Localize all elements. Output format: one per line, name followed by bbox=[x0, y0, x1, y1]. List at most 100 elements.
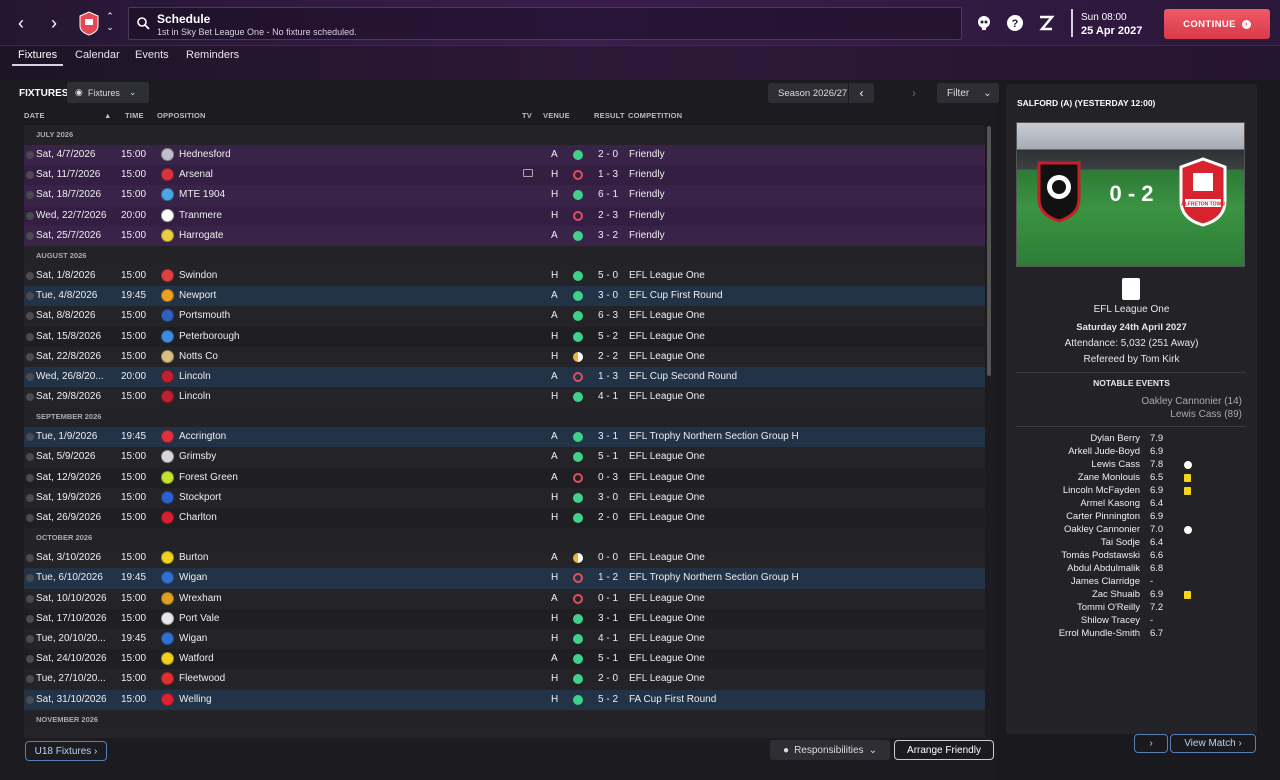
opposition-name[interactable]: Welling bbox=[179, 694, 212, 705]
team-badge-icon[interactable] bbox=[161, 591, 174, 605]
competition-name[interactable]: EFL League One bbox=[629, 552, 705, 563]
player-rating-row[interactable]: Tommi O'Reilly 7.2 bbox=[1006, 602, 1257, 615]
club-switch-icon[interactable]: ⌃ ⌄ bbox=[104, 11, 116, 33]
competition-name[interactable]: EFL Trophy Northern Section Group H bbox=[629, 572, 799, 583]
team-badge-icon[interactable] bbox=[161, 369, 174, 383]
player-rating-row[interactable]: Carter Pinnington 6.9 bbox=[1006, 511, 1257, 524]
competition-name[interactable]: Friendly bbox=[629, 169, 665, 180]
result-score[interactable]: 6 - 1 bbox=[598, 189, 618, 200]
opposition-name[interactable]: Accrington bbox=[179, 431, 226, 442]
fixture-row[interactable]: Wed, 26/8/20... 20:00 Lincoln A 1 - 3 EFL Cup… bbox=[24, 366, 985, 388]
tab-events[interactable]: Events bbox=[135, 49, 169, 64]
col-result[interactable]: RESULT bbox=[594, 111, 625, 120]
team-badge-icon[interactable] bbox=[161, 309, 174, 323]
fixture-row[interactable]: Sat, 25/7/2026 15:00 Harrogate A 3 - 2 Friend… bbox=[24, 225, 985, 246]
col-tv[interactable]: TV bbox=[522, 111, 532, 120]
competition-name[interactable]: EFL League One bbox=[629, 351, 705, 362]
opposition-name[interactable]: Lincoln bbox=[179, 371, 211, 382]
team-badge-icon[interactable] bbox=[161, 631, 174, 645]
competition-name[interactable]: EFL League One bbox=[629, 653, 705, 664]
team-badge-icon[interactable] bbox=[161, 470, 174, 484]
player-name[interactable]: Errol Mundle-Smith bbox=[1059, 628, 1140, 639]
team-badge-icon[interactable] bbox=[161, 329, 174, 343]
tab-reminders[interactable]: Reminders bbox=[186, 49, 239, 64]
player-name[interactable]: Tomás Podstawski bbox=[1061, 550, 1140, 561]
result-score[interactable]: 5 - 2 bbox=[598, 331, 618, 342]
team-badge-icon[interactable] bbox=[161, 611, 174, 625]
fixture-row[interactable]: Sat, 29/8/2026 15:00 Lincoln H 4 - 1 EFL Leag… bbox=[24, 387, 985, 408]
fixture-row[interactable]: Sat, 5/9/2026 15:00 Grimsby A 5 - 1 EFL Leagu… bbox=[24, 447, 985, 468]
team-badge-icon[interactable] bbox=[161, 148, 174, 161]
team-badge-icon[interactable] bbox=[161, 450, 174, 464]
opposition-name[interactable]: Portsmouth bbox=[179, 310, 230, 321]
result-score[interactable]: 2 - 2 bbox=[598, 351, 618, 362]
player-name[interactable]: James Clarridge bbox=[1071, 576, 1140, 587]
fixture-row[interactable]: Sat, 26/9/2026 15:00 Charlton H 2 - 0 EFL Lea… bbox=[24, 508, 985, 529]
fixtures-scrollbar[interactable] bbox=[987, 126, 991, 376]
competition-name[interactable]: EFL League One bbox=[629, 451, 705, 462]
team-badge-icon[interactable] bbox=[161, 430, 174, 444]
team-badge-icon[interactable] bbox=[161, 390, 174, 404]
result-score[interactable]: 0 - 1 bbox=[598, 593, 618, 604]
result-score[interactable]: 5 - 1 bbox=[598, 451, 618, 462]
competition-name[interactable]: EFL League One bbox=[629, 593, 705, 604]
player-rating-row[interactable]: Oakley Cannonier 7.0 bbox=[1006, 524, 1257, 537]
player-name[interactable]: Abdul Abdulmalik bbox=[1067, 563, 1140, 574]
competition-name[interactable]: EFL League One bbox=[629, 270, 705, 281]
arrange-friendly-button[interactable]: Arrange Friendly bbox=[894, 740, 994, 760]
competition-name[interactable]: EFL League One bbox=[629, 310, 705, 321]
result-score[interactable]: 4 - 1 bbox=[598, 633, 618, 644]
prev-season-icon[interactable]: ‹ bbox=[848, 83, 874, 103]
competition-name[interactable]: Friendly bbox=[629, 230, 665, 241]
team-badge-icon[interactable] bbox=[161, 349, 174, 363]
opposition-name[interactable]: Lincoln bbox=[179, 391, 211, 402]
fixture-row[interactable]: Sat, 10/10/2026 15:00 Wrexham A 0 - 1 EFL Lea… bbox=[24, 588, 985, 609]
competition-name[interactable]: EFL League One bbox=[629, 633, 705, 644]
team-badge-icon[interactable] bbox=[161, 692, 174, 706]
opposition-name[interactable]: MTE 1904 bbox=[179, 189, 225, 200]
filter-button[interactable]: Filter ⌄ bbox=[937, 83, 999, 103]
fixture-row[interactable]: Sat, 22/8/2026 15:00 Notts Co H 2 - 2 EFL Lea… bbox=[24, 346, 985, 367]
player-rating-row[interactable]: James Clarridge - bbox=[1006, 576, 1257, 589]
team-badge-icon[interactable] bbox=[161, 289, 174, 303]
result-score[interactable]: 6 - 3 bbox=[598, 310, 618, 321]
result-score[interactable]: 3 - 2 bbox=[598, 230, 618, 241]
competition-name[interactable]: EFL League One bbox=[629, 613, 705, 624]
competition-name[interactable]: EFL League One bbox=[629, 673, 705, 684]
player-rating-row[interactable]: Errol Mundle-Smith 6.7 bbox=[1006, 628, 1257, 641]
player-name[interactable]: Tai Sodje bbox=[1101, 537, 1140, 548]
player-rating-row[interactable]: Zane Monlouis 6.5 bbox=[1006, 472, 1257, 485]
player-name[interactable]: Arkell Jude-Boyd bbox=[1068, 446, 1140, 457]
result-score[interactable]: 5 - 1 bbox=[598, 653, 618, 664]
col-competition[interactable]: COMPETITION bbox=[628, 111, 682, 120]
result-score[interactable]: 1 - 2 bbox=[598, 572, 618, 583]
player-rating-row[interactable]: Armel Kasong 6.4 bbox=[1006, 498, 1257, 511]
team-badge-icon[interactable] bbox=[161, 268, 174, 282]
col-opposition[interactable]: OPPOSITION bbox=[157, 111, 206, 120]
opposition-name[interactable]: Swindon bbox=[179, 270, 217, 281]
player-rating-row[interactable]: Abdul Abdulmalik 6.8 bbox=[1006, 563, 1257, 576]
result-score[interactable]: 2 - 0 bbox=[598, 673, 618, 684]
player-name[interactable]: Oakley Cannonier bbox=[1064, 524, 1140, 535]
fixture-row[interactable]: Sat, 12/9/2026 15:00 Forest Green A 0 - 3 EFL… bbox=[24, 467, 985, 488]
opposition-name[interactable]: Fleetwood bbox=[179, 673, 225, 684]
player-rating-row[interactable]: Dylan Berry 7.9 bbox=[1006, 433, 1257, 446]
team-badge-icon[interactable] bbox=[161, 571, 174, 585]
result-score[interactable]: 3 - 0 bbox=[598, 492, 618, 503]
fixture-row[interactable]: Sat, 15/8/2026 15:00 Peterborough H 5 - 2 EFL… bbox=[24, 326, 985, 347]
team-badge-icon[interactable] bbox=[161, 228, 174, 242]
tab-fixtures[interactable]: Fixtures bbox=[12, 49, 64, 66]
competition-name[interactable]: FA Cup First Round bbox=[629, 694, 716, 705]
fixture-row[interactable]: Sat, 8/8/2026 15:00 Portsmouth A 6 - 3 EFL Le… bbox=[24, 306, 985, 327]
fixture-row[interactable]: Sat, 17/10/2026 15:00 Port Vale H 3 - 1 EFL L… bbox=[24, 608, 985, 629]
result-score[interactable]: 2 - 0 bbox=[598, 149, 618, 160]
team-badge-icon[interactable] bbox=[161, 168, 174, 182]
fixture-row[interactable]: Sat, 4/7/2026 15:00 Hednesford A 2 - 0 Friend… bbox=[24, 145, 985, 166]
team-badge-icon[interactable] bbox=[161, 652, 174, 666]
result-score[interactable]: 2 - 0 bbox=[598, 512, 618, 523]
player-name[interactable]: Dylan Berry bbox=[1090, 433, 1140, 444]
fixture-row[interactable]: Wed, 22/7/2026 20:00 Tranmere H 2 - 3 Friendl… bbox=[24, 205, 985, 226]
result-score[interactable]: 2 - 3 bbox=[598, 210, 618, 221]
competition-name[interactable]: EFL League One bbox=[629, 391, 705, 402]
opposition-name[interactable]: Harrogate bbox=[179, 230, 223, 241]
